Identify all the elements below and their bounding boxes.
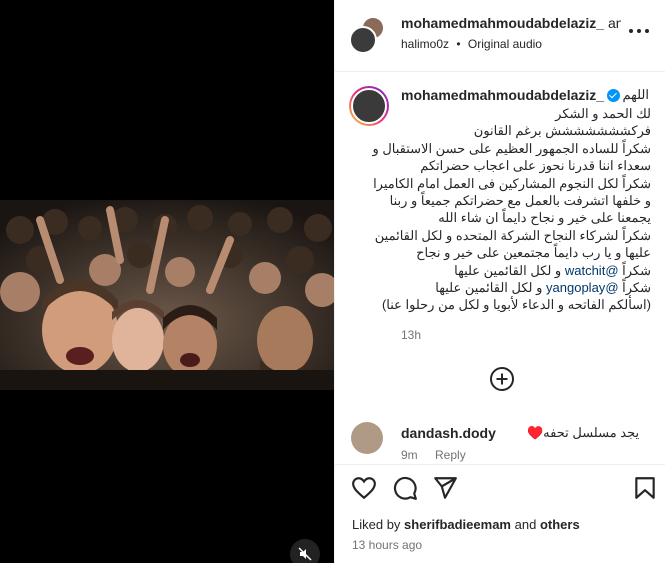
share-icon[interactable]	[432, 475, 458, 501]
caption-line: يجمعنا على خير و نجاح دايماً ان شاء الله	[438, 210, 651, 226]
liked-suffix: and	[514, 517, 537, 532]
caption-line: شكراً للساده الجمهور العظيم على حسن الاس…	[372, 140, 651, 156]
post-header: mohamedmahmoudabdelaziz_ and halimo0z • …	[335, 0, 665, 72]
mute-icon	[298, 547, 312, 561]
separator-dot: •	[456, 37, 461, 51]
header-username[interactable]: mohamedmahmoudabdelaziz_	[401, 15, 604, 31]
liked-user[interactable]: sherifbadieemam	[404, 517, 511, 532]
audio-link[interactable]: Original audio	[468, 37, 542, 51]
caption-line: عليها و يا رب دايماً مجتمعين على خير و ن…	[416, 245, 651, 261]
caption-mention-line: شكراً @yangoplay و لكل القائمين عليها	[401, 279, 651, 296]
mention-suffix: و لكل القائمين عليها	[454, 262, 562, 278]
post-media[interactable]	[0, 0, 334, 563]
bookmark-icon[interactable]	[632, 475, 658, 501]
liked-prefix: Liked by	[352, 517, 401, 532]
more-icon[interactable]	[629, 28, 649, 34]
caption-line: فركششششششش برغم القانون	[473, 123, 651, 139]
header-usernames: mohamedmahmoudabdelaziz_ and	[401, 15, 621, 31]
mention-yangoplay[interactable]: @yangoplay	[546, 280, 618, 295]
caption-line: شكراً لشركاء النجاح الشركة المتحده و لكل…	[374, 227, 651, 243]
reply-button[interactable]: Reply	[435, 448, 466, 462]
header-subline: halimo0z • Original audio	[401, 37, 542, 51]
caption-mention-line: شكراً @watchit و لكل القائمين عليها	[401, 262, 651, 279]
comment-text: يجد مسلسل تحفه♥️	[527, 425, 640, 440]
mention-prefix: شكراً	[622, 262, 651, 278]
verified-icon	[607, 89, 621, 102]
caption-line: و خلفها اتشرفت بالعمل مع حضراتكم جميعاً …	[389, 193, 651, 209]
mute-button[interactable]	[290, 539, 320, 563]
likes-summary: Liked by sherifbadieemam and others	[352, 517, 580, 532]
avatar	[349, 26, 377, 54]
caption-username-row: mohamedmahmoudabdelaziz_	[401, 87, 621, 103]
comment-time: 9m	[401, 448, 418, 462]
mention-watchit[interactable]: @watchit	[565, 263, 619, 278]
liked-others[interactable]: others	[540, 517, 580, 532]
avatar[interactable]	[351, 422, 383, 454]
comment-item: dandash.dody يجد مسلسل تحفه♥️ 9m Reply	[335, 402, 665, 464]
post-caption: mohamedmahmoudabdelaziz_ اللهم لك الحمد …	[335, 72, 665, 402]
mention-suffix: و لكل القائمين عليها	[435, 280, 543, 296]
caption-line: شكراً لكل النجوم المشاركين فى العمل امام…	[373, 175, 651, 191]
comment-icon[interactable]	[392, 475, 418, 501]
add-comment-icon[interactable]	[490, 367, 514, 391]
mention-prefix: شكراً	[622, 280, 651, 296]
post-panel: mohamedmahmoudabdelaziz_ and halimo0z • …	[334, 0, 665, 563]
comment-username[interactable]: dandash.dody	[401, 425, 496, 441]
comment-meta: 9m Reply	[401, 448, 480, 462]
collab-avatars[interactable]	[349, 16, 389, 56]
caption-line: (اسألكم الفاتحه و الدعاء لأبويا و لكل من…	[381, 297, 651, 313]
header-sub-user[interactable]: halimo0z	[401, 37, 449, 51]
caption-text: لك الحمد و الشكر فركششششششش برغم القانون…	[372, 105, 651, 314]
caption-first-word: اللهم	[622, 87, 649, 102]
caption-time: 13h	[401, 328, 422, 342]
caption-line: سعداء اننا قدرنا نحوز على اعجاب حضراتكم	[420, 158, 651, 174]
post-timestamp: 13 hours ago	[352, 538, 423, 552]
caption-avatar[interactable]	[349, 86, 389, 126]
post-photo	[0, 200, 334, 390]
caption-line: لك الحمد و الشكر	[555, 106, 651, 121]
header-and-text[interactable]: and	[608, 15, 621, 31]
heart-icon[interactable]	[351, 475, 377, 501]
caption-username[interactable]: mohamedmahmoudabdelaziz_	[401, 87, 604, 103]
action-bar: Liked by sherifbadieemam and others 13 h…	[335, 464, 665, 563]
